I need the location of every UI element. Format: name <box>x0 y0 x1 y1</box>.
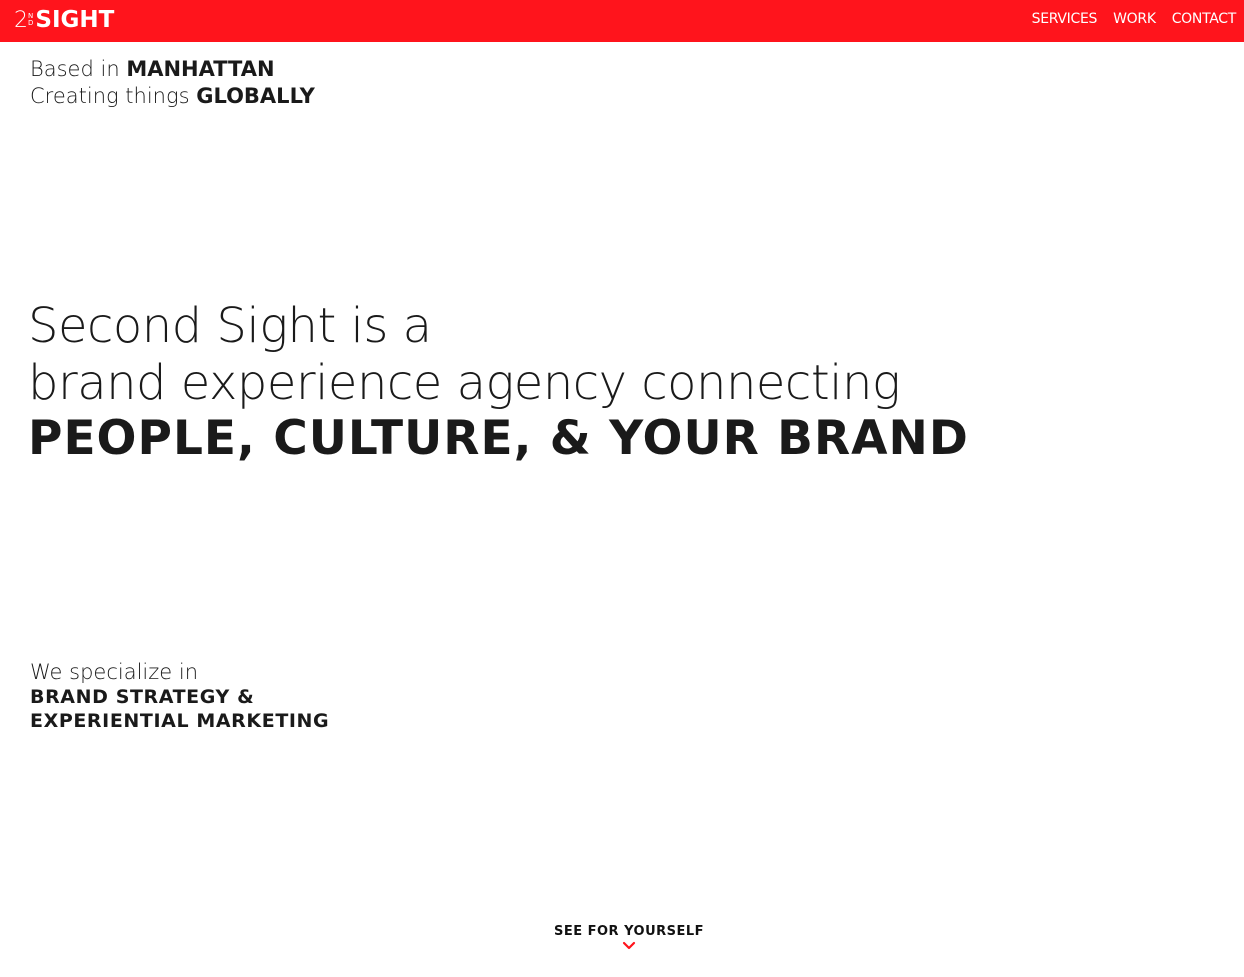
specialize-line-1: BRAND STRATEGY & <box>30 686 255 708</box>
nav-link-contact[interactable]: CONTACT <box>1172 11 1237 27</box>
second-sight-logo[interactable]: 2 N D SIGHT <box>14 6 114 34</box>
location-tagline: Based in MANHATTAN Creating things GLOBA… <box>30 56 315 110</box>
hero-line-1: Second Sight is a <box>28 298 432 354</box>
main-nav: SERVICES WORK CONTACT <box>1032 11 1237 27</box>
creating-line: Creating things GLOBALLY <box>30 83 315 110</box>
logo-wordmark: SIGHT <box>35 7 115 33</box>
top-navigation-bar: 2 N D SIGHT SERVICES WORK CONTACT <box>0 0 1244 42</box>
chevron-down-icon[interactable] <box>622 941 636 951</box>
hero-statement: Second Sight is a brand experience agenc… <box>28 298 969 466</box>
specialization: We specialize in BRAND STRATEGY & EXPERI… <box>30 659 329 733</box>
based-line: Based in MANHATTAN <box>30 56 315 83</box>
logo-number: 2 <box>14 7 28 33</box>
hero-line-2: brand experience agency connecting <box>28 355 901 411</box>
hero-headline-bold: PEOPLE, CULTURE, & YOUR BRAND <box>28 411 969 466</box>
nav-link-services[interactable]: SERVICES <box>1032 11 1098 27</box>
specialize-intro: We specialize in <box>30 660 198 684</box>
creating-prefix: Creating things <box>30 84 190 108</box>
nav-link-work[interactable]: WORK <box>1113 11 1156 27</box>
based-city: MANHATTAN <box>126 57 275 81</box>
based-prefix: Based in <box>30 57 120 81</box>
creating-scope: GLOBALLY <box>196 84 315 108</box>
specialize-line-2: EXPERIENTIAL MARKETING <box>30 710 330 732</box>
cta-label[interactable]: SEE FOR YOURSELF <box>0 924 1244 939</box>
logo-ordinal: N D <box>28 12 34 27</box>
see-for-yourself-cta[interactable]: SEE FOR YOURSELF <box>0 924 1244 951</box>
